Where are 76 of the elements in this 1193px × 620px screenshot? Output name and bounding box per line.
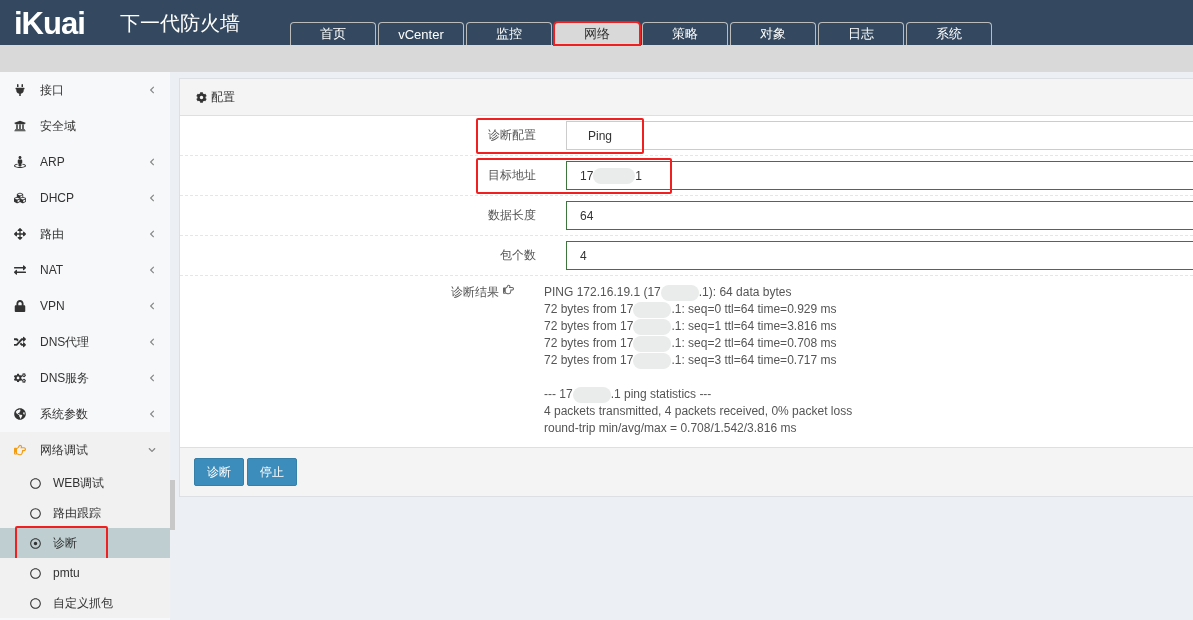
field-label: 目标地址 bbox=[487, 167, 536, 184]
select-field[interactable]: Ping bbox=[566, 121, 1193, 150]
result-line: PING 172.16.19.1 (17 bbox=[544, 285, 661, 299]
gear-icon bbox=[196, 91, 207, 103]
sidebar-subitem[interactable]: 自定义抓包 bbox=[0, 588, 170, 618]
field-label: 诊断配置 bbox=[487, 127, 536, 144]
field-label: 数据长度 bbox=[487, 207, 536, 224]
input-field[interactable]: 4 bbox=[566, 241, 1193, 270]
sidebar-subitem[interactable]: 诊断 bbox=[0, 528, 170, 558]
nav-tab[interactable]: 策略 bbox=[642, 22, 728, 45]
logo: iKuai bbox=[14, 6, 85, 42]
sidebar-item[interactable]: DNS服务 bbox=[0, 360, 170, 396]
result-line: .1: seq=2 ttl=64 time=0.708 ms bbox=[671, 336, 837, 350]
sidebar-item[interactable]: 接口 bbox=[0, 72, 170, 108]
gears-icon bbox=[14, 372, 26, 384]
chevron-left-icon bbox=[148, 230, 156, 238]
chevron-down-icon bbox=[148, 446, 156, 454]
product-title: 下一代防火墙 bbox=[120, 11, 240, 36]
action-button[interactable]: 诊断 bbox=[194, 458, 244, 486]
sidebar-item[interactable]: VPN bbox=[0, 288, 170, 324]
sidebar-subitem[interactable]: pmtu bbox=[0, 558, 170, 588]
input-field[interactable]: 17 1 bbox=[566, 161, 1193, 190]
nav-tab[interactable]: vCenter bbox=[378, 22, 464, 45]
chevron-left-icon bbox=[148, 374, 156, 382]
result-line: .1: seq=0 ttl=64 time=0.929 ms bbox=[671, 302, 837, 316]
sidebar-item[interactable]: 系统参数 bbox=[0, 396, 170, 432]
sidebar-subitem[interactable]: 路由跟踪 bbox=[0, 498, 170, 528]
result-line: 72 bytes from 17 bbox=[544, 353, 634, 367]
nav-tab[interactable]: 系统 bbox=[906, 22, 992, 45]
sidebar-item[interactable]: DHCP bbox=[0, 180, 170, 216]
result-label: 诊断结果 bbox=[451, 284, 499, 301]
action-button[interactable]: 停止 bbox=[247, 458, 297, 486]
sidebar-item[interactable]: NAT bbox=[0, 252, 170, 288]
swap-arrows-icon bbox=[14, 264, 26, 276]
chevron-left-icon bbox=[148, 158, 156, 166]
result-line: 72 bytes from 17 bbox=[544, 319, 634, 333]
result-line: .1: seq=3 ttl=64 time=0.717 ms bbox=[671, 353, 837, 367]
hand-pointing-icon bbox=[503, 284, 514, 295]
result-line: 4 packets transmitted, 4 packets received, 0% packet loss bbox=[544, 403, 853, 420]
result-line: .1: seq=1 ttl=64 time=3.816 ms bbox=[671, 319, 837, 333]
hand-pointing-icon bbox=[14, 444, 26, 456]
chevron-left-icon bbox=[148, 194, 156, 202]
field-label: 包个数 bbox=[499, 247, 536, 264]
input-field[interactable]: 64 bbox=[566, 201, 1193, 230]
cubes-icon bbox=[14, 192, 26, 204]
move-arrows-icon bbox=[14, 228, 26, 240]
nav-tab[interactable]: 首页 bbox=[290, 22, 376, 45]
person-pin-icon bbox=[14, 156, 26, 168]
panel-title: 配置 bbox=[211, 88, 235, 106]
result-line: --- 17 bbox=[544, 387, 573, 401]
sidebar-item[interactable]: 安全域 bbox=[0, 108, 170, 144]
result-line: 72 bytes from 17 bbox=[544, 336, 634, 350]
nav-tab[interactable]: 监控 bbox=[466, 22, 552, 45]
result-line: .1 ping statistics --- bbox=[610, 387, 712, 401]
chevron-left-icon bbox=[148, 410, 156, 418]
bank-icon bbox=[14, 120, 26, 132]
result-line: round-trip min/avg/max = 0.708/1.542/3.816 ms bbox=[544, 420, 798, 437]
sidebar-subitem[interactable]: WEB调试 bbox=[0, 468, 170, 498]
sidebar-item[interactable]: 网络调试 bbox=[0, 432, 170, 468]
nav-tab[interactable]: 网络 bbox=[554, 22, 640, 45]
chevron-left-icon bbox=[148, 86, 156, 94]
shuffle-icon bbox=[14, 336, 26, 348]
sidebar-item[interactable]: DNS代理 bbox=[0, 324, 170, 360]
lock-icon bbox=[14, 300, 26, 312]
nav-tab[interactable]: 对象 bbox=[730, 22, 816, 45]
chevron-left-icon bbox=[148, 338, 156, 346]
sidebar-item[interactable]: ARP bbox=[0, 144, 170, 180]
scrollbar-thumb[interactable] bbox=[170, 480, 175, 530]
globe-icon bbox=[14, 408, 26, 420]
plug-icon bbox=[14, 84, 26, 96]
result-line: 72 bytes from 17 bbox=[544, 302, 634, 316]
result-line: .1): 64 data bytes bbox=[698, 285, 792, 299]
nav-tab[interactable]: 日志 bbox=[818, 22, 904, 45]
chevron-left-icon bbox=[148, 302, 156, 310]
sidebar-item[interactable]: 路由 bbox=[0, 216, 170, 252]
chevron-left-icon bbox=[148, 266, 156, 274]
